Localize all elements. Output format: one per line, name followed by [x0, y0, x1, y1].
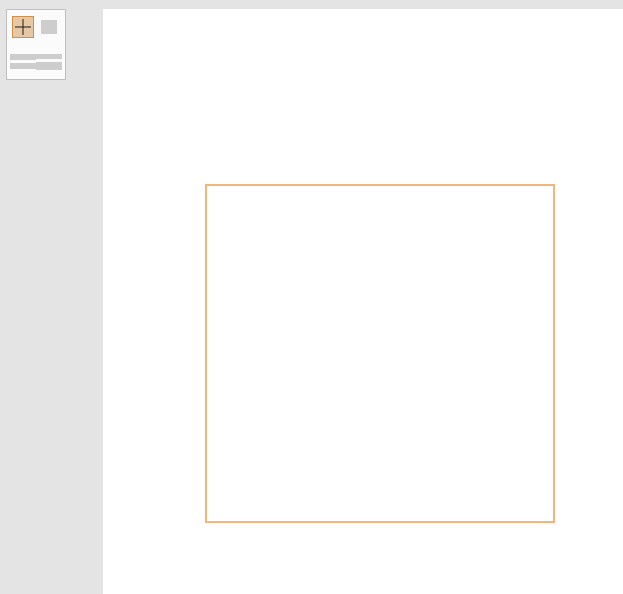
crosshair-tool[interactable]	[12, 16, 34, 38]
selection-rect[interactable]	[205, 184, 555, 523]
toolbox	[6, 9, 66, 80]
toolbox-row-2	[7, 45, 65, 80]
layout-inline-tool[interactable]	[10, 54, 36, 70]
rectangle-tool[interactable]	[38, 16, 60, 38]
crosshair-icon	[15, 19, 31, 35]
layout-block-tool[interactable]	[36, 54, 62, 70]
layout-inline-icon	[10, 54, 36, 70]
toolbox-row-1	[7, 10, 65, 45]
rectangle-icon	[41, 20, 57, 34]
canvas[interactable]	[103, 9, 623, 594]
layout-block-icon	[36, 54, 62, 70]
